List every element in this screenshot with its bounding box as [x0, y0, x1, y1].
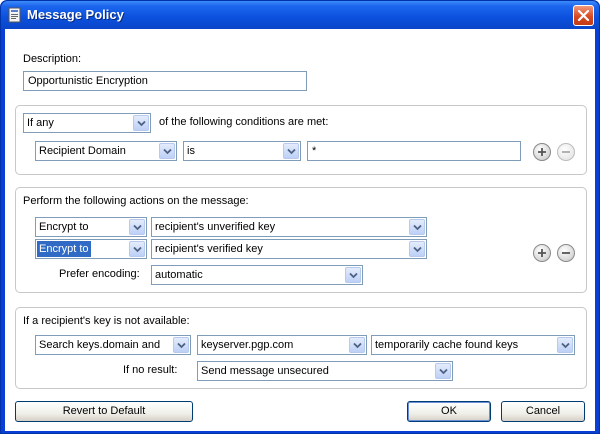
key-cache-value: temporarily cache found keys [375, 339, 519, 351]
close-button[interactable] [573, 5, 594, 26]
chevron-down-icon[interactable] [435, 363, 451, 379]
message-policy-dialog: Message Policy Description: Opportunisti… [0, 0, 600, 434]
keyserver-select[interactable]: keyserver.pgp.com [197, 335, 367, 355]
description-label: Description: [23, 53, 82, 65]
action-target-select-2[interactable]: recipient's verified key [151, 239, 427, 259]
condition-operator-select[interactable]: is [183, 141, 301, 161]
dialog-body: Description: Opportunistic Encryption If… [5, 29, 595, 431]
remove-condition-button[interactable] [557, 143, 575, 161]
chevron-down-icon[interactable] [173, 337, 189, 353]
conditions-suffix-label: of the following conditions are met: [159, 116, 329, 128]
action-select-2[interactable]: Encrypt to [35, 239, 147, 259]
chevron-down-icon[interactable] [133, 115, 149, 131]
minus-icon [562, 252, 570, 254]
key-search-method-select[interactable]: Search keys.domain and [35, 335, 191, 355]
action-value-2: Encrypt to [37, 241, 91, 257]
chevron-down-icon[interactable] [349, 337, 365, 353]
action-target-value-1: recipient's unverified key [155, 221, 276, 233]
match-mode-value: If any [27, 117, 54, 129]
prefer-encoding-select[interactable]: automatic [151, 265, 363, 285]
window-title: Message Policy [27, 7, 124, 22]
no-result-select[interactable]: Send message unsecured [197, 361, 453, 381]
chevron-down-icon[interactable] [345, 267, 361, 283]
prefer-encoding-label: Prefer encoding: [59, 268, 140, 280]
remove-action-button[interactable] [557, 244, 575, 262]
keyserver-value: keyserver.pgp.com [201, 339, 294, 351]
policy-icon [8, 7, 21, 23]
condition-field-value: Recipient Domain [39, 145, 126, 157]
chevron-down-icon[interactable] [283, 143, 299, 159]
plus-icon [538, 148, 546, 156]
key-search-method-value: Search keys.domain and [39, 339, 161, 351]
chevron-down-icon[interactable] [159, 143, 175, 159]
title-bar[interactable]: Message Policy [1, 1, 599, 29]
action-target-select-1[interactable]: recipient's unverified key [151, 217, 427, 237]
chevron-down-icon[interactable] [409, 241, 425, 257]
cancel-button[interactable]: Cancel [501, 401, 585, 422]
condition-field-select[interactable]: Recipient Domain [35, 141, 177, 161]
plus-icon [538, 249, 546, 257]
revert-to-default-button[interactable]: Revert to Default [15, 401, 193, 422]
minus-icon [562, 151, 570, 153]
actions-heading: Perform the following actions on the mes… [23, 195, 249, 207]
add-condition-button[interactable] [533, 143, 551, 161]
no-result-label: If no result: [123, 364, 178, 376]
no-result-value: Send message unsecured [201, 365, 329, 377]
description-field[interactable]: Opportunistic Encryption [23, 71, 307, 91]
chevron-down-icon[interactable] [129, 219, 145, 235]
add-action-button[interactable] [533, 244, 551, 262]
action-select-1[interactable]: Encrypt to [35, 217, 147, 237]
condition-operator-value: is [187, 145, 195, 157]
match-mode-select[interactable]: If any [23, 113, 151, 133]
close-icon [577, 9, 590, 22]
chevron-down-icon[interactable] [557, 337, 573, 353]
condition-value-field[interactable]: * [307, 141, 521, 161]
action-target-value-2: recipient's verified key [155, 243, 263, 255]
chevron-down-icon[interactable] [129, 241, 145, 257]
ok-button[interactable]: OK [407, 401, 491, 422]
action-value-1: Encrypt to [39, 221, 89, 233]
prefer-encoding-value: automatic [155, 269, 203, 281]
key-unavailable-heading: If a recipient's key is not available: [23, 315, 190, 327]
key-cache-select[interactable]: temporarily cache found keys [371, 335, 575, 355]
chevron-down-icon[interactable] [409, 219, 425, 235]
